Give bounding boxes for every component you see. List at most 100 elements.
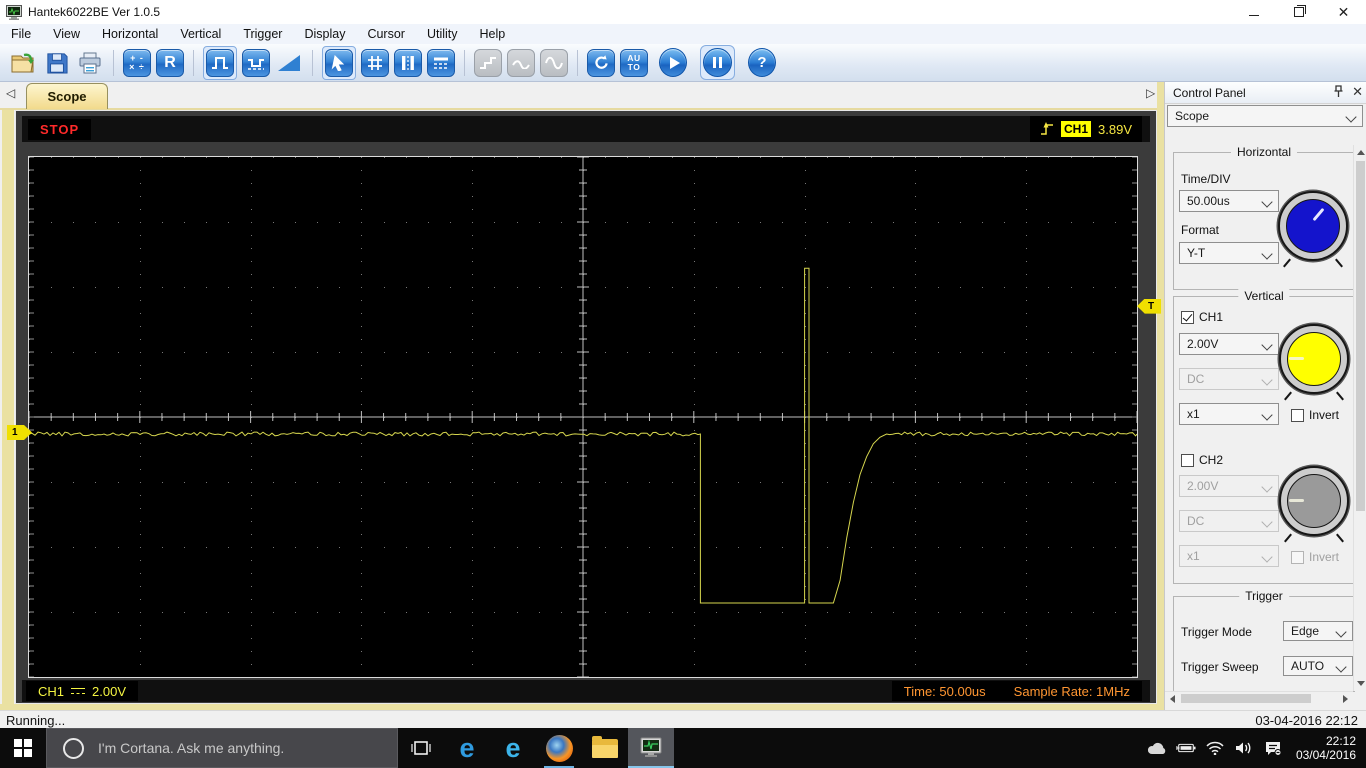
cortana-search-input[interactable]: I'm Cortana. Ask me anything. (46, 728, 398, 768)
scroll-right-icon[interactable] (1343, 695, 1348, 703)
menu-file[interactable]: File (0, 24, 42, 44)
minimize-button[interactable] (1231, 0, 1276, 24)
panel-close-icon[interactable]: ✕ (1352, 85, 1363, 98)
timebase-readout: Time: 50.00us Sample Rate: 1MHz (891, 681, 1142, 701)
pause-button-selected (700, 45, 735, 80)
start-button[interactable] (659, 48, 687, 77)
cursor-select-button[interactable] (325, 48, 353, 77)
ch1-invert-checkbox[interactable] (1291, 408, 1304, 422)
scroll-left-icon[interactable] (1170, 695, 1175, 703)
wifi-icon[interactable] (1205, 741, 1225, 755)
ch1-probe-select[interactable]: x1 (1179, 403, 1279, 425)
scope-bottom-bar: CH1 2.00V Time: 50.00us Sample Rate: 1MH… (22, 680, 1150, 702)
onedrive-cloud-icon[interactable] (1147, 741, 1167, 755)
panel-mode-select[interactable]: Scope (1167, 105, 1363, 127)
horizontal-position-knob[interactable] (1278, 191, 1348, 261)
control-panel-title: Control Panel (1173, 85, 1246, 100)
ramp-icon (278, 54, 300, 71)
pause-button[interactable] (703, 48, 732, 77)
window-controls: ✕ (1231, 0, 1366, 24)
vertical-cursor-button[interactable] (394, 48, 422, 77)
acquisition-status: STOP (28, 118, 92, 140)
auto-button[interactable]: AU TO (620, 48, 648, 77)
channel2-wave-button[interactable] (242, 48, 270, 77)
screen: Hantek6022BE Ver 1.0.5 ✕ File View Horiz… (0, 0, 1366, 768)
print-button[interactable] (76, 49, 104, 77)
timediv-select[interactable]: 50.00us (1179, 190, 1279, 212)
autoset-button[interactable] (587, 48, 615, 77)
help-button[interactable]: ? (748, 48, 776, 77)
scroll-down-icon[interactable] (1357, 681, 1365, 686)
hantek-taskbar-button[interactable] (628, 728, 674, 768)
trigger-sweep-select[interactable]: AUTO (1283, 656, 1353, 676)
ch2-position-knob (1279, 466, 1349, 536)
scroll-up-icon[interactable] (1357, 150, 1365, 155)
scrollbar-thumb[interactable] (1181, 694, 1311, 703)
menu-trigger[interactable]: Trigger (232, 24, 293, 44)
close-icon: ✕ (1337, 4, 1350, 20)
open-button[interactable] (10, 49, 38, 77)
pause-icon (713, 57, 722, 68)
ch2-checkbox[interactable] (1181, 453, 1194, 467)
ch1-invert-label: Invert (1309, 408, 1340, 422)
tab-scroll-right-icon[interactable]: ▷ (1146, 86, 1155, 100)
scrollbar-thumb[interactable] (1356, 161, 1365, 511)
grid-icon (368, 55, 382, 70)
pin-icon[interactable] (1333, 85, 1344, 98)
menu-cursor[interactable]: Cursor (356, 24, 416, 44)
close-button[interactable]: ✕ (1321, 0, 1366, 24)
channel1-wave-button[interactable] (206, 48, 234, 77)
task-view-button[interactable] (398, 728, 444, 768)
sample-rate: Sample Rate: 1MHz (1013, 683, 1130, 699)
edge-taskbar-button[interactable]: e (444, 728, 490, 768)
window-title: Hantek6022BE Ver 1.0.5 (28, 5, 161, 19)
ch2-checkbox-label: CH2 (1199, 453, 1224, 467)
control-panel-header: Control Panel ✕ (1165, 82, 1366, 104)
taskbar-clock[interactable]: 22:12 03/04/2016 (1296, 734, 1356, 762)
channel1-volts-div: 2.00V (92, 683, 126, 699)
status-text: Running... (6, 712, 66, 728)
volume-icon[interactable] (1234, 741, 1254, 755)
start-button[interactable] (0, 728, 46, 768)
trigger-mode-select[interactable]: Edge (1283, 621, 1353, 641)
step-wave-button (474, 48, 502, 77)
save-button[interactable] (43, 49, 71, 77)
restore-button[interactable] (1276, 0, 1321, 24)
waveform-display (28, 156, 1138, 678)
reference-button[interactable]: R (156, 48, 184, 77)
chevron-down-icon (1261, 516, 1273, 528)
cortana-icon (63, 737, 84, 759)
chevron-down-icon (1335, 626, 1347, 638)
trigger-level-value: 3.89V (1098, 121, 1132, 137)
menu-horizontal[interactable]: Horizontal (91, 24, 169, 44)
tab-scroll-left-icon[interactable]: ◁ (6, 86, 15, 100)
panel-vertical-scrollbar[interactable] (1353, 145, 1366, 691)
tab-scope[interactable]: Scope (26, 83, 108, 109)
ch1-position-knob[interactable] (1279, 324, 1349, 394)
ch1-checkbox[interactable] (1181, 310, 1194, 324)
horizontal-cursor-button[interactable] (427, 48, 455, 77)
panel-horizontal-scrollbar[interactable] (1165, 691, 1353, 705)
file-explorer-taskbar-button[interactable] (582, 728, 628, 768)
trigger-channel-badge: CH1 (1061, 121, 1092, 137)
grid-button[interactable] (361, 48, 389, 77)
format-select[interactable]: Y-T (1179, 242, 1279, 264)
chevron-down-icon (1335, 661, 1347, 673)
menu-utility[interactable]: Utility (416, 24, 469, 44)
restore-icon (1293, 5, 1306, 17)
battery-icon[interactable] (1176, 742, 1196, 754)
internet-explorer-taskbar-button[interactable]: e (490, 728, 536, 768)
action-center-icon[interactable] (1263, 740, 1283, 756)
menu-view[interactable]: View (42, 24, 91, 44)
windows-logo-icon (14, 739, 32, 757)
menu-bar: File View Horizontal Vertical Trigger Di… (0, 24, 1366, 44)
ramp-button[interactable] (275, 49, 303, 77)
menu-vertical[interactable]: Vertical (169, 24, 232, 44)
menu-display[interactable]: Display (293, 24, 356, 44)
ch1-volts-select[interactable]: 2.00V (1179, 333, 1279, 355)
firefox-taskbar-button[interactable] (536, 728, 582, 768)
ch2-volts-select: 2.00V (1179, 475, 1279, 497)
menu-help[interactable]: Help (469, 24, 517, 44)
trigger-mode-label: Trigger Mode (1181, 625, 1252, 639)
math-button[interactable]: + - × ÷ (123, 48, 151, 77)
